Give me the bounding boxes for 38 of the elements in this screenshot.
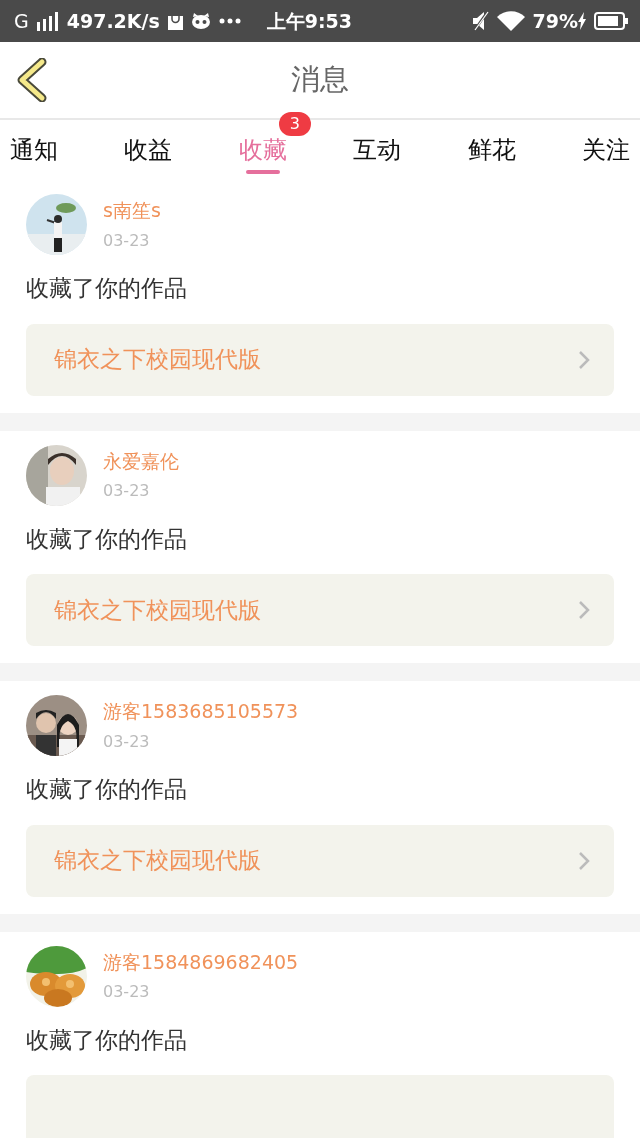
user-name[interactable]: 游客1584869682405 [103,947,299,977]
chevron-right-icon [578,600,590,620]
work-link[interactable]: 锦衣之下校园现代版 [26,323,614,396]
network-label: G [14,8,29,34]
page-title: 消息 [291,61,349,99]
work-link[interactable]: 锦衣之下校园现代版 [26,574,614,646]
tab[interactable]: 鲜花 [467,121,516,179]
message-date: 03-23 [103,730,151,753]
wifi-icon [496,11,525,31]
message-text: 收藏了你的作品 [26,1025,188,1055]
chevron-right-icon [578,349,590,370]
chevron-right-icon [578,850,590,871]
work-link[interactable]: 锦衣之下校园现代版 [26,824,614,897]
tab[interactable]: 收益 [124,121,173,179]
user-name[interactable]: 永爱嘉伦 [103,446,179,476]
battery-icon [594,11,628,31]
signal-icon [36,11,59,31]
message-date: 03-23 [103,981,151,1004]
tab[interactable]: 互动 [353,121,402,179]
message-text: 收藏了你的作品 [26,775,188,804]
message-text: 收藏了你的作品 [26,274,188,303]
mute-icon [472,11,489,31]
user-name[interactable]: 游客1583685105573 [103,697,299,726]
tab-underline [245,170,280,175]
count-badge: 3 [278,111,311,136]
network-speed: 497.2K/s [66,8,160,34]
user-name[interactable]: s南笙s [103,196,161,225]
back-button[interactable] [16,58,48,102]
tab[interactable]: 通知 [10,121,58,179]
more-icon [218,18,241,24]
message-text: 收藏了你的作品 [26,524,188,554]
battery-percent: 79% [532,8,578,34]
tab[interactable]: 关注 [581,121,630,179]
charging-icon [578,12,586,30]
message-date: 03-23 [103,480,151,503]
status-time: 上午9:53 [266,8,354,34]
cat-icon [190,13,211,29]
message-date: 03-23 [103,229,151,252]
